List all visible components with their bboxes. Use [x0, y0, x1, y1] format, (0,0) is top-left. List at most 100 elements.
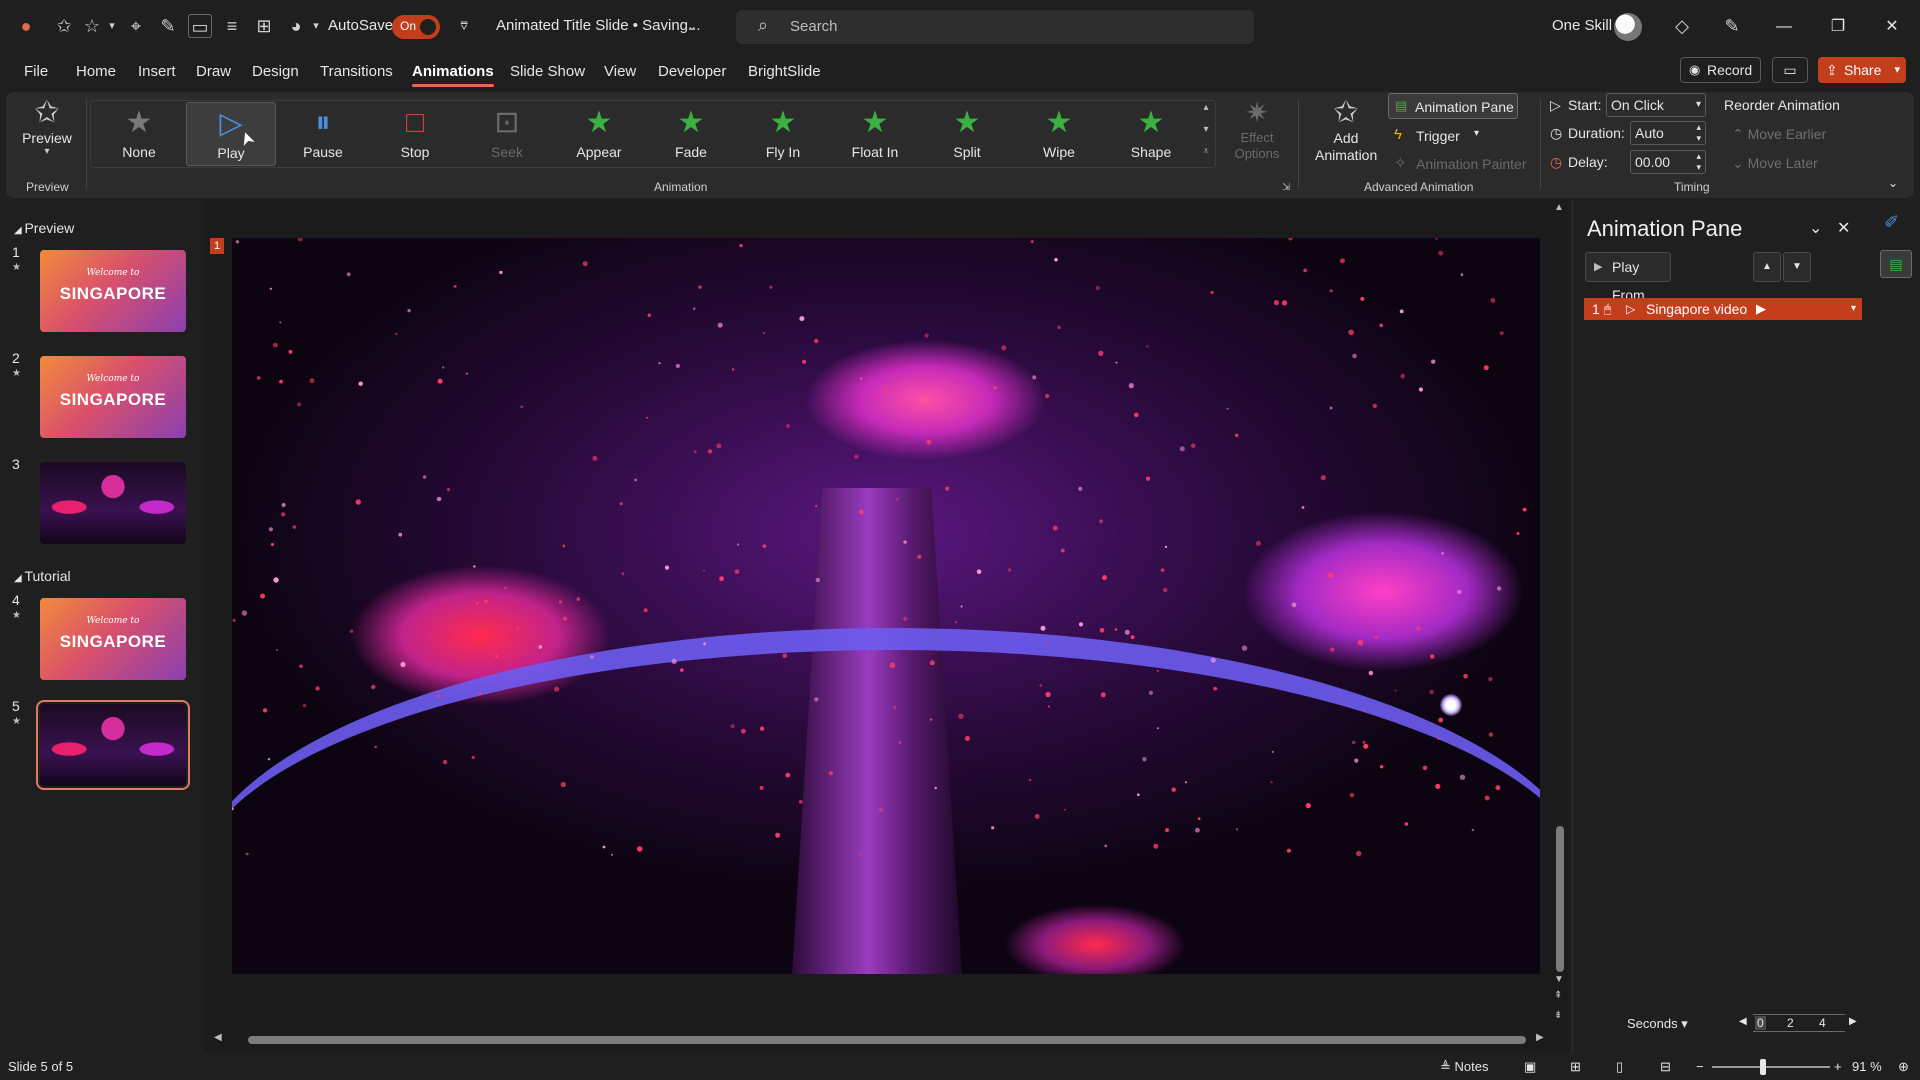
animation-list-item[interactable]: 1 🖱 ▷ Singapore video ▶ ▾ — [1584, 298, 1862, 320]
collapse-ribbon-icon[interactable]: ⌄ — [1888, 176, 1898, 190]
move-up-button[interactable]: ▲ — [1753, 252, 1781, 282]
preview-button[interactable]: ✩ Preview ▾ — [16, 96, 78, 168]
next-slide-icon[interactable]: ⇟ — [1554, 1010, 1562, 1021]
tab-slide-show[interactable]: Slide Show — [510, 63, 585, 80]
seconds-dropdown[interactable]: Seconds ▾ — [1627, 1016, 1688, 1032]
fit-slide-icon[interactable]: ⊕ — [1898, 1059, 1909, 1075]
animation-pane-button[interactable]: ▤ Animation Pane — [1388, 93, 1518, 119]
close-icon[interactable]: ✕ — [1837, 218, 1850, 238]
tab-draw[interactable]: Draw — [196, 63, 231, 80]
animation-shape[interactable]: ★ Shape — [1106, 102, 1196, 166]
animation-float-in[interactable]: ★ Float In — [830, 102, 920, 166]
section-tutorial[interactable]: ◢ Tutorial — [14, 568, 71, 584]
horizontal-scrollbar[interactable] — [214, 1036, 1550, 1044]
scroll-left-icon[interactable]: ◀ — [214, 1032, 222, 1043]
spinner-icon[interactable]: ▴ ▾ — [1696, 122, 1701, 144]
add-animation-button[interactable]: ✩ Add Animation — [1302, 96, 1390, 172]
tab-transitions[interactable]: Transitions — [320, 63, 393, 80]
tab-brightslide[interactable]: BrightSlide — [748, 63, 821, 80]
animation-pause[interactable]: ⏸︎ Pause — [278, 102, 368, 166]
timeline-right-icon[interactable]: ▶ — [1849, 1016, 1857, 1027]
diamond-icon[interactable]: ◇ — [1670, 14, 1694, 38]
crosshair-icon[interactable]: ⌖ — [124, 14, 148, 38]
slide-thumbnail-3[interactable] — [40, 462, 186, 544]
chevron-down-icon[interactable]: ⌄ — [680, 14, 704, 38]
zoom-in-icon[interactable]: + — [1834, 1059, 1842, 1074]
gallery-scroll-down[interactable]: ▾ — [1198, 124, 1214, 144]
slide-thumbnail-2[interactable]: Welcome to SINGAPORE — [40, 356, 186, 438]
animation-appear[interactable]: ★ Appear — [554, 102, 644, 166]
reading-view-icon[interactable]: ▯ — [1616, 1059, 1623, 1075]
animation-split[interactable]: ★ Split — [922, 102, 1012, 166]
autosave-toggle[interactable]: On — [392, 15, 440, 39]
animation-stop[interactable]: □ Stop — [370, 102, 460, 166]
pen-icon[interactable]: ✎ — [1720, 14, 1744, 38]
previous-slide-icon[interactable]: ⇞ — [1554, 990, 1562, 1001]
tab-developer[interactable]: Developer — [658, 63, 726, 80]
move-down-button[interactable]: ▼ — [1783, 252, 1811, 282]
document-title[interactable]: Animated Title Slide • Saving... — [496, 17, 701, 34]
customize-toolbar-icon[interactable]: ⩢ — [452, 14, 476, 38]
scroll-right-icon[interactable]: ▶ — [1536, 1032, 1544, 1043]
distribute-icon[interactable]: ≡ — [220, 14, 244, 38]
slide-video[interactable] — [232, 238, 1540, 974]
notes-button[interactable]: ≜ Notes — [1440, 1059, 1488, 1075]
duration-field[interactable]: Auto ▴ ▾ — [1630, 121, 1706, 145]
scroll-thumb[interactable] — [1556, 826, 1564, 972]
slide-thumbnail-5[interactable] — [36, 700, 190, 790]
tab-design[interactable]: Design — [252, 63, 299, 80]
animation-wipe[interactable]: ★ Wipe — [1014, 102, 1104, 166]
animation-marker[interactable]: 1 — [210, 238, 224, 254]
slide-thumbnail-4[interactable]: Welcome to SINGAPORE — [40, 598, 186, 680]
star-pin-icon[interactable]: ✩ — [52, 14, 76, 38]
pane-options-icon[interactable]: ⌄ — [1809, 218, 1822, 238]
animation-fade[interactable]: ★ Fade — [646, 102, 736, 166]
spinner-icon[interactable]: ▴ ▾ — [1696, 151, 1701, 173]
tab-insert[interactable]: Insert — [138, 63, 176, 80]
share-button[interactable]: ⇪ Share ▾ — [1818, 57, 1906, 83]
gallery-more[interactable]: ⩡ — [1198, 146, 1214, 166]
zoom-out-icon[interactable]: − — [1696, 1059, 1704, 1074]
chevron-down-icon[interactable]: ▾ — [1851, 298, 1856, 320]
timeline-left-icon[interactable]: ◀ — [1739, 1016, 1747, 1027]
section-preview[interactable]: ◢ Preview — [14, 220, 74, 236]
scroll-up-icon[interactable]: ▲ — [1554, 202, 1564, 213]
tab-view[interactable]: View — [604, 63, 636, 80]
animation-pane-toggle[interactable]: ▤ — [1880, 250, 1912, 278]
animation-none[interactable]: ★ None — [94, 102, 184, 166]
zoom-level[interactable]: 91 % — [1852, 1059, 1882, 1074]
normal-view-icon[interactable]: ▣ — [1524, 1059, 1536, 1075]
chevron-down-icon[interactable]: ▾ — [304, 14, 328, 38]
play-from-button[interactable]: ▶ Play From — [1585, 252, 1671, 303]
format-painter-icon[interactable]: ✎ — [156, 14, 180, 38]
vertical-scrollbar[interactable] — [1556, 206, 1564, 996]
minimize-button[interactable]: — — [1764, 12, 1804, 42]
scroll-thumb[interactable] — [248, 1036, 1526, 1044]
avatar[interactable] — [1614, 13, 1642, 41]
user-name[interactable]: One Skill — [1552, 17, 1612, 34]
scroll-down-icon[interactable]: ▼ — [1554, 974, 1564, 985]
comments-button[interactable]: ▭ — [1772, 57, 1808, 83]
record-button[interactable]: ◉ Record — [1680, 57, 1762, 83]
start-select[interactable]: On Click ▾ — [1606, 93, 1706, 117]
tab-home[interactable]: Home — [76, 63, 116, 80]
zoom-slider-knob[interactable] — [1760, 1059, 1766, 1075]
zoom-slider[interactable] — [1712, 1066, 1830, 1068]
dialog-launcher-icon[interactable]: ⇲ — [1282, 182, 1290, 193]
tab-animations[interactable]: Animations — [412, 63, 494, 87]
align-icon[interactable]: ▭ — [188, 14, 212, 38]
slide-thumbnail-1[interactable]: Welcome to SINGAPORE — [40, 250, 186, 332]
restore-button[interactable]: ❐ — [1818, 12, 1858, 42]
delay-field[interactable]: 00.00 ▴ ▾ — [1630, 150, 1706, 174]
close-window-button[interactable]: ✕ — [1872, 12, 1912, 42]
gallery-scroll-up[interactable]: ▴ — [1198, 102, 1214, 122]
slide-sorter-icon[interactable]: ⊞ — [1570, 1059, 1581, 1075]
arrange-icon[interactable]: ⊞ — [252, 14, 276, 38]
animation-fly-in[interactable]: ★ Fly In — [738, 102, 828, 166]
slideshow-view-icon[interactable]: ⊟ — [1660, 1059, 1671, 1075]
chevron-down-icon[interactable]: ▾ — [100, 14, 124, 38]
tab-file[interactable]: File — [24, 63, 48, 80]
search-input[interactable]: ⌕ Search — [736, 10, 1254, 44]
designer-icon[interactable]: ✐ — [1884, 212, 1899, 233]
animation-play[interactable]: ▷ Play — [186, 102, 276, 166]
